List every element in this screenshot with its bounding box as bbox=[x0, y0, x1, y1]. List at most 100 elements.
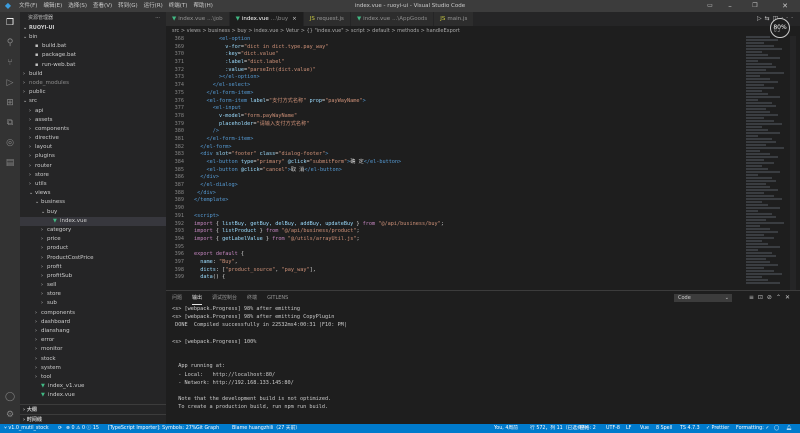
panel-tab[interactable]: 问题 bbox=[172, 291, 182, 305]
branch-status[interactable]: ⑂ v1.0_mutil_stock bbox=[4, 424, 49, 433]
tree-folder[interactable]: › store bbox=[20, 171, 166, 180]
close-tab-icon[interactable]: × bbox=[292, 16, 297, 22]
tree-folder[interactable]: ⌄ src bbox=[20, 97, 166, 106]
output-channel-select[interactable]: Code ⌄ bbox=[674, 294, 732, 302]
indent-status[interactable]: 空格: 2 bbox=[580, 424, 596, 433]
tree-file[interactable]: ▼ index.vue bbox=[20, 391, 166, 400]
language-status[interactable]: Vue bbox=[640, 424, 649, 433]
tree-file[interactable]: ▼ index_v1.vue bbox=[20, 382, 166, 391]
tree-folder[interactable]: › utils bbox=[20, 180, 166, 189]
menu-item[interactable]: 查看(V) bbox=[90, 0, 115, 12]
tree-folder[interactable]: › api bbox=[20, 107, 166, 116]
project-header[interactable]: ⌄ RUOYI-UI bbox=[20, 24, 166, 33]
menu-item[interactable]: 帮助(H) bbox=[190, 0, 215, 12]
tree-folder[interactable]: ⌄ bin bbox=[20, 33, 166, 42]
prettier-status[interactable]: ✓ Prettier bbox=[706, 424, 729, 433]
close-panel-icon[interactable]: ✕ bbox=[785, 294, 794, 301]
sync-icon[interactable]: ⟳ bbox=[58, 424, 62, 433]
editor-tab[interactable]: JS main.js bbox=[434, 12, 475, 26]
tree-folder[interactable]: › dashboard bbox=[20, 318, 166, 327]
panel-tab[interactable]: 调试控制台 bbox=[212, 291, 237, 305]
output-content[interactable]: <s> [webpack.Progress] 98% after emittin… bbox=[172, 305, 772, 423]
formatting-status[interactable]: Formatting: ✓ bbox=[736, 424, 769, 433]
tree-folder[interactable]: ⌄ views bbox=[20, 189, 166, 198]
tree-folder[interactable]: › monitor bbox=[20, 345, 166, 354]
menu-item[interactable]: 编辑(E) bbox=[40, 0, 65, 12]
tree-folder[interactable]: › sell bbox=[20, 281, 166, 290]
tree-file[interactable]: ▼ index.vue bbox=[20, 216, 166, 226]
maximize-button[interactable]: ❐ bbox=[745, 0, 765, 12]
tree-folder[interactable]: › profitSub bbox=[20, 272, 166, 281]
tree-file[interactable]: ▪ run-web.bat bbox=[20, 61, 166, 70]
tree-folder[interactable]: › stock bbox=[20, 355, 166, 364]
tree-folder[interactable]: ⌄ buy bbox=[20, 208, 166, 217]
maximize-panel-icon[interactable]: ⌃ bbox=[776, 294, 785, 301]
menu-item[interactable]: 转到(G) bbox=[115, 0, 141, 12]
tree-folder[interactable]: › tool bbox=[20, 373, 166, 382]
blame-status[interactable]: Blame huangzhili（27 天前） bbox=[232, 424, 300, 433]
author-status[interactable]: You, 4周前 bbox=[494, 424, 518, 433]
outline-section[interactable]: › 大纲 bbox=[20, 404, 166, 414]
panel-tab[interactable]: 终端 bbox=[247, 291, 257, 305]
tree-folder[interactable]: › router bbox=[20, 162, 166, 171]
tree-folder[interactable]: ⌄ business bbox=[20, 198, 166, 207]
tree-folder[interactable]: › category bbox=[20, 226, 166, 235]
breadcrumb[interactable]: src > views > business > buy > index.vue… bbox=[166, 26, 800, 36]
tree-folder[interactable]: › plugins bbox=[20, 152, 166, 161]
menu-item[interactable]: 终端(T) bbox=[166, 0, 191, 12]
list-icon[interactable]: ≡ bbox=[749, 294, 758, 301]
account-icon[interactable]: ◯ bbox=[3, 390, 17, 404]
editor-tab[interactable]: ▼ index.vue ...\job bbox=[166, 12, 230, 26]
editor-tab[interactable]: ▼ index.vue ...\AppGoods bbox=[350, 12, 435, 26]
encoding-status[interactable]: UTF-8 bbox=[606, 424, 620, 433]
tree-folder[interactable]: › profit bbox=[20, 263, 166, 272]
explorer-icon[interactable]: ❐ bbox=[3, 16, 17, 30]
run-debug-icon[interactable]: ▷ bbox=[3, 76, 17, 90]
more-actions-icon[interactable]: ··· bbox=[155, 12, 160, 24]
notifications-icon[interactable]: 🔔︎ bbox=[786, 424, 792, 433]
eol-status[interactable]: LF bbox=[626, 424, 631, 433]
run-icon[interactable]: ▷ bbox=[757, 15, 765, 22]
tree-folder[interactable]: › store bbox=[20, 290, 166, 299]
gear-icon[interactable]: ⚙ bbox=[3, 408, 17, 422]
tree-folder[interactable]: › assets bbox=[20, 116, 166, 125]
panel-tab[interactable]: 输出 bbox=[192, 291, 203, 305]
menu-item[interactable]: 选择(S) bbox=[65, 0, 90, 12]
tree-file[interactable]: ▪ build.bat bbox=[20, 42, 166, 51]
gitlens-icon[interactable]: ◎ bbox=[3, 136, 17, 150]
tree-folder[interactable]: › node_modules bbox=[20, 79, 166, 88]
tree-folder[interactable]: › components bbox=[20, 125, 166, 134]
extensions-icon[interactable]: ⊞ bbox=[3, 96, 17, 110]
tree-folder[interactable]: › layout bbox=[20, 143, 166, 152]
clear-output-icon[interactable]: ⊘ bbox=[767, 294, 776, 301]
tree-folder[interactable]: › system bbox=[20, 364, 166, 373]
panel-tab[interactable]: GITLENS bbox=[267, 291, 288, 305]
editor-tab[interactable]: JS request.js bbox=[303, 12, 351, 26]
tree-folder[interactable]: › product bbox=[20, 244, 166, 253]
tree-file[interactable]: ▪ package.bat bbox=[20, 51, 166, 60]
editor-tab[interactable]: ▼ index.vue ...\buy × bbox=[229, 12, 304, 26]
tree-folder[interactable]: › build bbox=[20, 70, 166, 79]
tree-folder[interactable]: › error bbox=[20, 336, 166, 345]
folder-icon[interactable]: ▤ bbox=[3, 156, 17, 170]
source-control-icon[interactable]: ⑂ bbox=[3, 56, 17, 70]
problems-status[interactable]: ⊗ 0 ⚠ 0 ⓘ 15 bbox=[66, 424, 99, 433]
layout-toggle-icon[interactable]: ▭ bbox=[700, 0, 720, 12]
tree-folder[interactable]: › ProductCostPrice bbox=[20, 254, 166, 263]
menu-item[interactable]: 运行(R) bbox=[141, 0, 166, 12]
search-icon[interactable]: ⚲ bbox=[3, 36, 17, 50]
code-editor[interactable]: 368 <el-option 369 v-for="dict in dict.ty… bbox=[166, 36, 726, 290]
git-graph-status[interactable]: Git Graph bbox=[196, 424, 219, 433]
menu-item[interactable]: 文件(F) bbox=[16, 0, 40, 12]
lock-icon[interactable]: ⊡ bbox=[758, 294, 767, 301]
editor-scrollbar[interactable] bbox=[790, 36, 796, 290]
account-icon[interactable]: ◯ bbox=[774, 424, 779, 433]
tree-folder[interactable]: › public bbox=[20, 88, 166, 97]
spell-status[interactable]: 8 Spell bbox=[656, 424, 672, 433]
tree-folder[interactable]: › directive bbox=[20, 134, 166, 143]
minimap[interactable] bbox=[746, 36, 786, 290]
remote-explorer-icon[interactable]: ⧉ bbox=[3, 116, 17, 130]
timeline-section[interactable]: › 时间线 bbox=[20, 414, 166, 424]
close-button[interactable]: ✕ bbox=[775, 0, 795, 12]
tree-folder[interactable]: › sub bbox=[20, 299, 166, 308]
